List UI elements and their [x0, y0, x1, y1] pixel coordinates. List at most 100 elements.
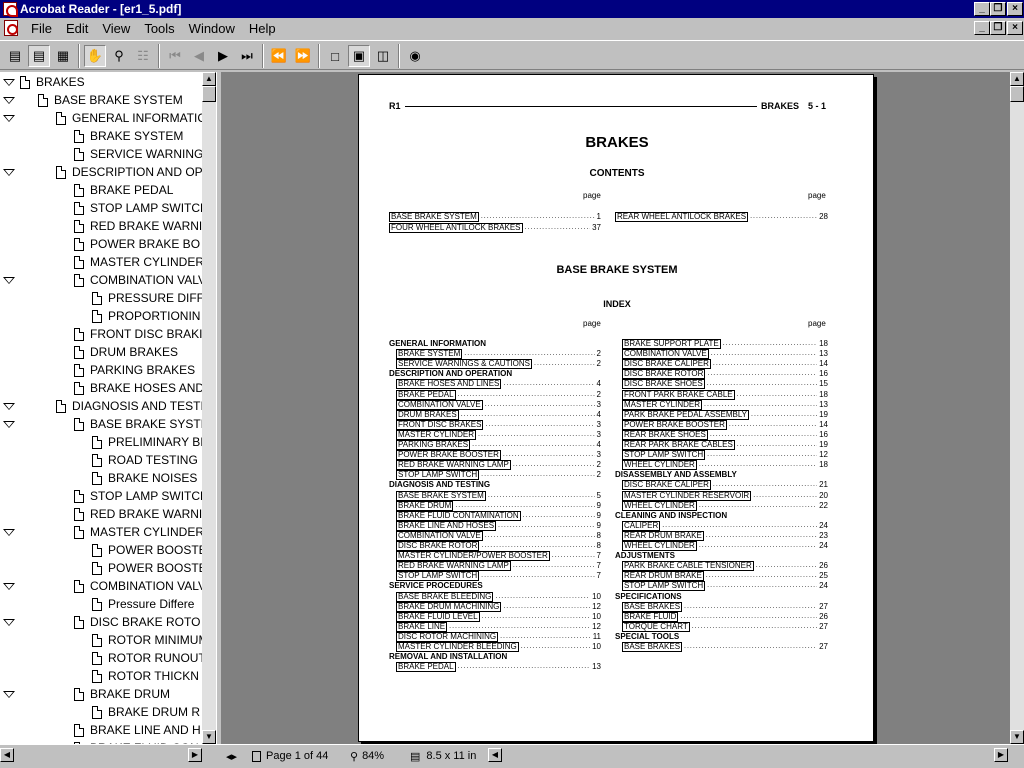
index-link[interactable]: BASE BRAKES	[622, 601, 683, 612]
bookmark-item[interactable]: BASE BRAKE SYSTE	[0, 415, 202, 433]
index-link[interactable]: BASE BRAKES	[622, 642, 683, 652]
actual-size-icon[interactable]: □	[324, 45, 346, 67]
expand-triangle-icon[interactable]	[3, 619, 15, 626]
bookmark-item[interactable]: POWER BOOSTE	[0, 541, 202, 559]
index-link[interactable]: REAR DRUM BRAKE	[622, 571, 704, 582]
index-link[interactable]: DISC BRAKE ROTOR	[622, 369, 706, 380]
next-page-icon[interactable]: ▶	[212, 45, 234, 67]
index-link[interactable]: FOUR WHEEL ANTILOCK BRAKES	[389, 223, 523, 233]
doc-minimize-button[interactable]: _	[974, 21, 990, 35]
previous-page-icon[interactable]: ◀	[188, 45, 210, 67]
index-link[interactable]: FRONT DISC BRAKES	[396, 419, 484, 430]
bookmark-item[interactable]: RED BRAKE WARNI	[0, 505, 202, 523]
bookmark-item[interactable]: COMBINATION VALV	[0, 271, 202, 289]
bookmark-item[interactable]: BRAKE SYSTEM	[0, 127, 202, 145]
bookmark-item[interactable]: ROTOR MINIMUM	[0, 631, 202, 649]
bookmark-item[interactable]: PRESSURE DIFF	[0, 289, 202, 307]
index-link[interactable]: BRAKE HOSES AND LINES	[396, 379, 502, 390]
index-link[interactable]: MASTER CYLINDER RESERVOIR	[622, 490, 752, 501]
index-link[interactable]: DISC BRAKE CALIPER	[622, 480, 711, 491]
bookmark-item[interactable]: PRELIMINARY BI	[0, 433, 202, 451]
index-link[interactable]: BRAKE DRUM	[396, 500, 454, 511]
bookmark-item[interactable]: BRAKE LINE AND H	[0, 721, 202, 739]
index-link[interactable]: BRAKE FLUID	[622, 611, 679, 622]
close-button[interactable]: ×	[1007, 2, 1023, 16]
bookmark-item[interactable]: BRAKE NOISES	[0, 469, 202, 487]
index-link[interactable]: BRAKE FLUID CONTAMINATION	[396, 510, 521, 521]
index-link[interactable]: POWER BRAKE BOOSTER	[622, 419, 727, 430]
expand-triangle-icon[interactable]	[3, 97, 15, 104]
page-size-field[interactable]: ▤ 8.5 x 11 in	[410, 747, 476, 765]
scroll-thumb[interactable]	[202, 86, 216, 102]
first-page-icon[interactable]: ⏮	[164, 45, 186, 67]
bookmark-item[interactable]: POWER BOOSTE	[0, 559, 202, 577]
index-link[interactable]: RED BRAKE WARNING LAMP	[396, 460, 511, 471]
hand-tool-icon[interactable]: ✋	[84, 45, 106, 67]
index-link[interactable]: BRAKE SYSTEM	[396, 349, 463, 360]
index-link[interactable]: REAR DRUM BRAKE	[622, 530, 704, 541]
split-toggle-icon[interactable]: ◂▸	[226, 747, 237, 765]
bookmark-item[interactable]: DESCRIPTION AND OP	[0, 163, 202, 181]
go-forward-icon[interactable]: ⏩	[292, 45, 314, 67]
bookmark-item[interactable]: MASTER CYLINDER	[0, 523, 202, 541]
index-link[interactable]: DRUM BRAKES	[396, 409, 459, 420]
bookmark-item[interactable]: ROAD TESTING	[0, 451, 202, 469]
bookmark-item[interactable]: POWER BRAKE BO	[0, 235, 202, 253]
document-menu-icon[interactable]	[4, 20, 18, 36]
page-number-field[interactable]: Page 1 of 44	[252, 747, 328, 765]
index-link[interactable]: PARK BRAKE PEDAL ASSEMBLY	[622, 409, 750, 420]
index-link[interactable]: COMBINATION VALVE	[396, 399, 483, 410]
menu-view[interactable]: View	[102, 21, 130, 36]
bookmark-item[interactable]: FRONT DISC BRAKI	[0, 325, 202, 343]
index-link[interactable]: CALIPER	[622, 520, 661, 531]
bookmark-item[interactable]: PROPORTIONIN	[0, 307, 202, 325]
page-only-icon[interactable]: ▤	[4, 45, 26, 67]
restore-button[interactable]: ❐	[990, 2, 1006, 16]
nav-scroll-left-icon[interactable]: ◀	[0, 748, 14, 762]
index-link[interactable]: POWER BRAKE BOOSTER	[396, 450, 501, 461]
index-link[interactable]: STOP LAMP SWITCH	[396, 571, 480, 582]
index-link[interactable]: BRAKE FLUID LEVEL	[396, 611, 480, 622]
index-link[interactable]: DISC ROTOR MACHINING	[396, 631, 499, 642]
bookmark-item[interactable]: ROTOR THICKN	[0, 667, 202, 685]
bookmark-item[interactable]: GENERAL INFORMATIC	[0, 109, 202, 127]
expand-triangle-icon[interactable]	[3, 115, 15, 122]
bookmark-item[interactable]: PARKING BRAKES	[0, 361, 202, 379]
menu-window[interactable]: Window	[189, 21, 235, 36]
index-link[interactable]: BRAKE PEDAL	[396, 662, 456, 673]
expand-triangle-icon[interactable]	[3, 583, 15, 590]
document-scrollbar[interactable]: ▲ ▼	[1010, 72, 1024, 744]
bookmark-item[interactable]: STOP LAMP SWITCH	[0, 487, 202, 505]
menu-edit[interactable]: Edit	[66, 21, 88, 36]
index-link[interactable]: BRAKE LINE AND HOSES	[396, 520, 497, 531]
index-link[interactable]: WHEEL CYLINDER	[622, 541, 697, 551]
bookmark-item[interactable]: DISC BRAKE ROTO	[0, 613, 202, 631]
index-link[interactable]: DISC BRAKE ROTOR	[396, 541, 480, 551]
index-link[interactable]: BASE BRAKE SYSTEM	[396, 490, 486, 501]
last-page-icon[interactable]: ⏭	[236, 45, 258, 67]
bookmark-item[interactable]: STOP LAMP SWITCH	[0, 199, 202, 217]
index-link[interactable]: BRAKE LINE	[396, 621, 448, 632]
scroll-up-icon[interactable]: ▲	[202, 72, 216, 86]
bookmark-item[interactable]: DRUM BRAKES	[0, 343, 202, 361]
bookmark-item[interactable]: BASE BRAKE SYSTEM	[0, 91, 202, 109]
expand-triangle-icon[interactable]	[3, 403, 15, 410]
index-link[interactable]: DISC BRAKE SHOES	[622, 379, 705, 390]
bookmark-item[interactable]: MASTER CYLINDER	[0, 253, 202, 271]
doc-scroll-left-icon[interactable]: ◀	[488, 748, 502, 762]
expand-triangle-icon[interactable]	[3, 277, 15, 284]
bookmark-item[interactable]: SERVICE WARNING	[0, 145, 202, 163]
bookmark-item[interactable]: BRAKE DRUM	[0, 685, 202, 703]
index-link[interactable]: SERVICE WARNINGS & CAUTIONS	[396, 359, 533, 370]
index-link[interactable]: MASTER CYLINDER	[622, 399, 703, 410]
doc-scroll-right-icon[interactable]: ▶	[994, 748, 1008, 762]
index-link[interactable]: MASTER CYLINDER/POWER BOOSTER	[396, 551, 550, 562]
fit-width-icon[interactable]: ◫	[372, 45, 394, 67]
fit-page-icon[interactable]: ▣	[348, 45, 370, 67]
bookmark-item[interactable]: Pressure Differe	[0, 595, 202, 613]
index-link[interactable]: MASTER CYLINDER BLEEDING	[396, 642, 519, 652]
index-link[interactable]: BRAKE SUPPORT PLATE	[622, 339, 721, 349]
menu-file[interactable]: File	[31, 21, 52, 36]
scroll-down-icon[interactable]: ▼	[202, 730, 216, 744]
index-link[interactable]: MASTER CYLINDER	[396, 429, 477, 440]
